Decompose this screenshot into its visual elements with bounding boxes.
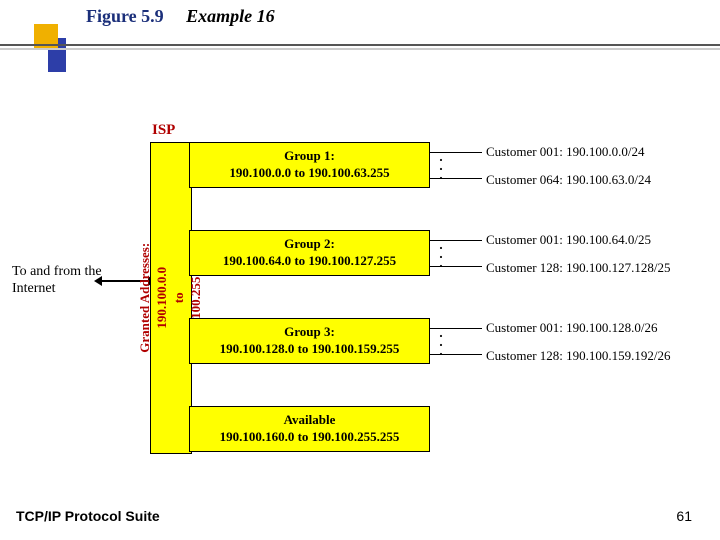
isp-spine: Granted Addresses: 190.100.0.0 to 190.10… <box>150 142 192 454</box>
granted-title: Granted Addresses: <box>137 243 152 353</box>
footer-title: TCP/IP Protocol Suite <box>16 508 160 524</box>
group-2-block: Group 2: 190.100.64.0 to 190.100.127.255 <box>189 230 430 276</box>
customer-last-g1: Customer 064: 190.100.63.0/24 <box>486 172 651 188</box>
group-2-title: Group 2: <box>284 236 335 251</box>
available-title: Available <box>284 412 336 427</box>
granted-addresses-label: Granted Addresses: 190.100.0.0 to 190.10… <box>153 193 189 403</box>
vertical-dots-icon: ··· <box>438 244 444 271</box>
group-3-range: 190.100.128.0 to 190.100.159.255 <box>220 341 400 356</box>
available-block: Available 190.100.160.0 to 190.100.255.2… <box>189 406 430 452</box>
internet-label: To and from the Internet <box>12 264 102 298</box>
granted-from: 190.100.0.0 <box>154 267 169 329</box>
example-number: Example 16 <box>186 6 275 26</box>
title-underline <box>0 44 720 48</box>
customer-first-g1: Customer 001: 190.100.0.0/24 <box>486 144 645 160</box>
corner-decoration <box>20 10 60 74</box>
page-number: 61 <box>676 508 692 524</box>
vertical-dots-icon: ··· <box>438 156 444 183</box>
customer-last-g2: Customer 128: 190.100.127.128/25 <box>486 260 671 276</box>
figure-number: Figure 5.9 <box>86 6 164 26</box>
customer-first-g3: Customer 001: 190.100.128.0/26 <box>486 320 658 336</box>
customer-first-g2: Customer 001: 190.100.64.0/25 <box>486 232 651 248</box>
slide-title: Figure 5.9 Example 16 <box>86 6 275 27</box>
available-range: 190.100.160.0 to 190.100.255.255 <box>220 429 400 444</box>
isp-block: Granted Addresses: 190.100.0.0 to 190.10… <box>150 142 430 452</box>
isp-label: ISP <box>152 122 175 139</box>
group-1-title: Group 1: <box>284 148 335 163</box>
group-3-block: Group 3: 190.100.128.0 to 190.100.159.25… <box>189 318 430 364</box>
group-2-range: 190.100.64.0 to 190.100.127.255 <box>223 253 396 268</box>
customer-last-g3: Customer 128: 190.100.159.192/26 <box>486 348 671 364</box>
group-3-title: Group 3: <box>284 324 335 339</box>
ip-allocation-diagram: ISP To and from the Internet Granted Add… <box>0 100 720 480</box>
granted-to-word: to <box>171 293 186 304</box>
group-1-range: 190.100.0.0 to 190.100.63.255 <box>229 165 389 180</box>
vertical-dots-icon: ··· <box>438 332 444 359</box>
group-1-block: Group 1: 190.100.0.0 to 190.100.63.255 <box>189 142 430 188</box>
